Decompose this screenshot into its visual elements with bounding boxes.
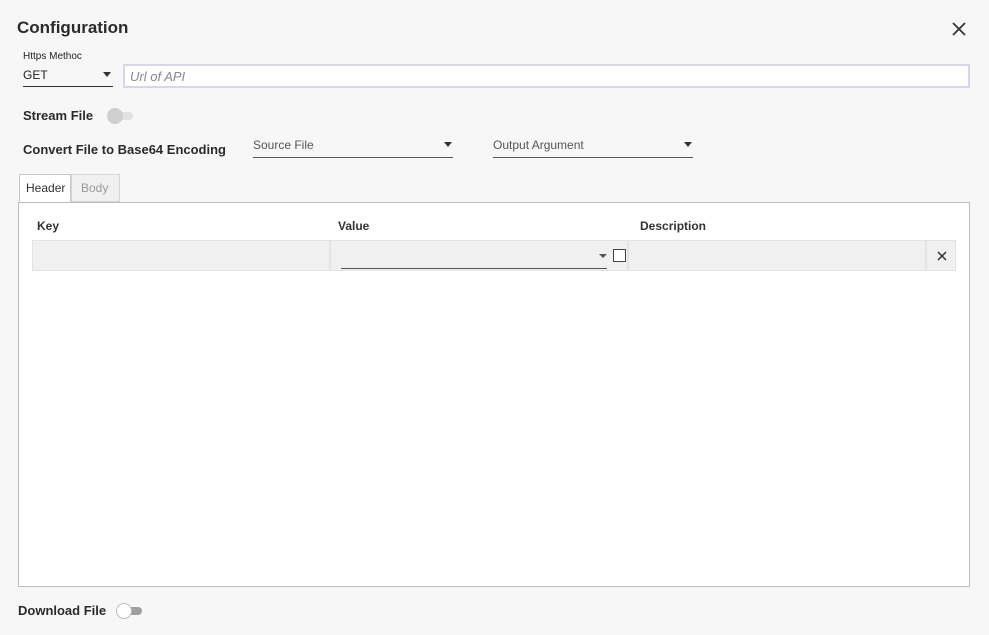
tab-body[interactable]: Body bbox=[71, 174, 120, 202]
download-file-label: Download File bbox=[18, 603, 107, 618]
tab-header[interactable]: Header bbox=[19, 174, 71, 202]
table-row bbox=[32, 240, 956, 271]
column-header-key: Key bbox=[37, 219, 60, 233]
http-method-label: Https Methoc bbox=[23, 51, 82, 62]
source-file-dropdown[interactable]: Source File bbox=[253, 136, 453, 158]
description-cell[interactable] bbox=[628, 240, 926, 271]
download-file-toggle[interactable] bbox=[116, 603, 144, 619]
chevron-down-icon bbox=[444, 142, 452, 147]
column-header-value: Value bbox=[338, 219, 370, 233]
toggle-knob bbox=[116, 603, 132, 619]
output-argument-dropdown[interactable]: Output Argument bbox=[493, 136, 693, 158]
toggle-knob bbox=[107, 108, 123, 124]
output-argument-label: Output Argument bbox=[493, 138, 584, 152]
http-method-select[interactable]: GET bbox=[23, 65, 113, 87]
dialog-title: Configuration bbox=[17, 18, 129, 37]
chevron-down-icon bbox=[684, 142, 692, 147]
close-icon bbox=[952, 22, 966, 36]
value-checkbox[interactable] bbox=[613, 249, 626, 262]
key-cell[interactable] bbox=[32, 240, 330, 271]
value-cell bbox=[330, 240, 628, 271]
column-header-description: Description bbox=[640, 219, 707, 233]
base64-encoding-label: Convert File to Base64 Encoding bbox=[23, 142, 226, 157]
chevron-down-icon bbox=[103, 72, 111, 77]
chevron-down-icon bbox=[599, 254, 607, 258]
close-icon[interactable] bbox=[936, 250, 948, 262]
value-dropdown[interactable] bbox=[341, 249, 607, 269]
http-method-value: GET bbox=[23, 68, 48, 82]
close-button[interactable] bbox=[948, 18, 970, 40]
stream-file-label: Stream File bbox=[23, 108, 94, 123]
delete-cell bbox=[926, 240, 956, 271]
url-input[interactable] bbox=[123, 64, 970, 88]
source-file-label: Source File bbox=[253, 138, 314, 152]
stream-file-toggle[interactable] bbox=[107, 108, 135, 124]
